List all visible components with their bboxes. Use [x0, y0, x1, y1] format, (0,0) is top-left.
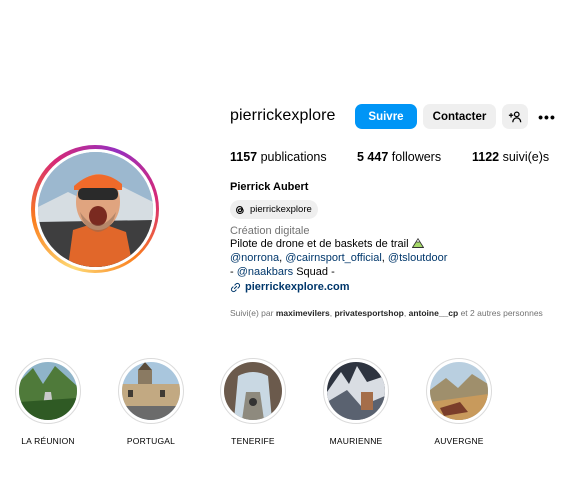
- mention-naakbars[interactable]: @naakbars: [237, 266, 293, 278]
- mention-cairnsport[interactable]: @cairnsport_official: [285, 252, 382, 264]
- followed-by[interactable]: Suivi(e) par maximevilers, privatesports…: [230, 308, 543, 318]
- followed-by-user: maximevilers: [275, 308, 330, 318]
- contact-button[interactable]: Contacter: [423, 104, 496, 129]
- posts-label: publications: [260, 150, 327, 164]
- bio-prefix: -: [230, 266, 237, 278]
- profile-category: Création digitale: [230, 225, 310, 237]
- more-icon: •••: [538, 108, 556, 125]
- highlight-auvergne[interactable]: AUVERGNE: [426, 358, 492, 446]
- followers-label: followers: [391, 150, 442, 164]
- suggest-accounts-button[interactable]: [502, 104, 528, 129]
- avatar-inner: [34, 148, 156, 270]
- highlight-label: MAURIENNE: [329, 436, 383, 446]
- link-icon: [230, 282, 241, 292]
- highlight-image: [430, 362, 488, 420]
- highlight-label: TENERIFE: [231, 436, 275, 446]
- highlight-tenerife[interactable]: TENERIFE: [220, 358, 286, 446]
- highlight-ring: [220, 358, 286, 424]
- threads-icon: [236, 205, 244, 214]
- following-label: suivi(e)s: [502, 150, 550, 164]
- mountain-icon: [411, 237, 424, 248]
- profile-avatar-ring[interactable]: [31, 145, 159, 273]
- profile-full-name: Pierrick Aubert: [230, 181, 309, 193]
- posts-stat: 1157 publications: [230, 150, 327, 164]
- highlight-ring: [15, 358, 81, 424]
- mention-norrona[interactable]: @norrona: [230, 252, 279, 264]
- threads-badge[interactable]: pierrickexplore: [230, 200, 318, 219]
- highlight-la-reunion[interactable]: LA RÉUNION: [15, 358, 81, 446]
- highlight-ring: [323, 358, 389, 424]
- followed-by-user: privatesportshop: [334, 308, 404, 318]
- highlight-cover: [430, 362, 488, 420]
- bio-line-2: @norrona, @cairnsport_official, @tsloutd…: [230, 252, 448, 264]
- followed-by-suffix: et 2 autres personnes: [458, 308, 543, 318]
- highlight-label: LA RÉUNION: [21, 436, 75, 446]
- highlight-maurienne[interactable]: MAURIENNE: [323, 358, 389, 446]
- bio-suffix: Squad -: [293, 266, 335, 278]
- highlight-portugal[interactable]: PORTUGAL: [118, 358, 184, 446]
- highlight-cover: [19, 362, 77, 420]
- highlight-image: [327, 362, 385, 420]
- more-options-button[interactable]: •••: [536, 104, 558, 129]
- threads-handle: pierrickexplore: [250, 204, 312, 215]
- posts-count: 1157: [230, 150, 258, 164]
- follow-button[interactable]: Suivre: [355, 104, 417, 129]
- highlight-label: AUVERGNE: [434, 436, 484, 446]
- avatar: [37, 151, 153, 267]
- following-count: 1122: [472, 150, 500, 164]
- followed-by-user: antoine__cp: [408, 308, 459, 318]
- highlight-ring: [426, 358, 492, 424]
- highlight-cover: [224, 362, 282, 420]
- followers-stat[interactable]: 5 447 followers: [357, 150, 441, 164]
- avatar-photo: [37, 151, 153, 267]
- highlight-image: [19, 362, 77, 420]
- followers-count: 5 447: [357, 150, 389, 164]
- profile-username: pierrickexplore: [230, 107, 336, 124]
- profile-link[interactable]: pierrickexplore.com: [230, 281, 350, 293]
- bio-line-3: - @naakbars Squad -: [230, 266, 335, 279]
- mention-tsloutdoor[interactable]: @tsloutdoor: [388, 252, 447, 264]
- highlight-label: PORTUGAL: [126, 436, 176, 446]
- bio-line-1: Pilote de drone et de baskets de trail: [230, 237, 424, 251]
- highlight-image: [122, 362, 180, 420]
- bio-text: Pilote de drone et de baskets de trail: [230, 238, 409, 250]
- add-user-icon: [508, 110, 522, 122]
- highlight-image: [224, 362, 282, 420]
- following-stat[interactable]: 1122 suivi(e)s: [472, 150, 549, 164]
- highlight-cover: [327, 362, 385, 420]
- profile-link-text: pierrickexplore.com: [245, 281, 350, 293]
- highlight-cover: [122, 362, 180, 420]
- followed-by-prefix: Suivi(e) par: [230, 308, 276, 318]
- highlight-ring: [118, 358, 184, 424]
